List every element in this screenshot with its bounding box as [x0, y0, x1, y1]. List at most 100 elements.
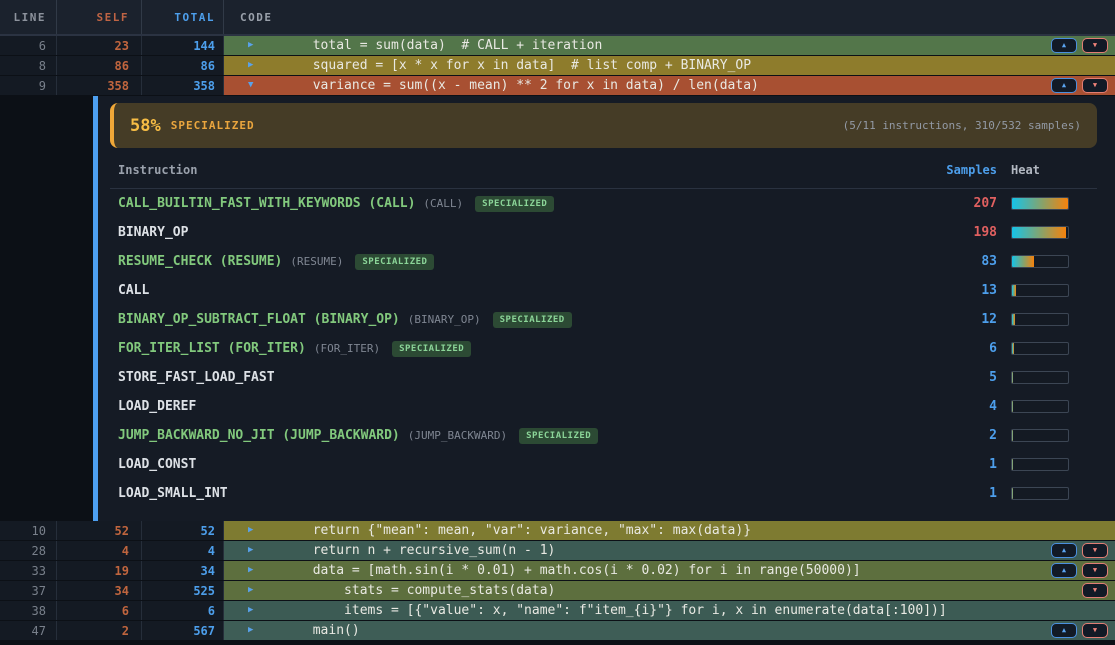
line-number: 47 [0, 621, 57, 640]
heat-bar-fill [1012, 198, 1068, 209]
base-instruction: (RESUME) [290, 255, 343, 268]
instruction-samples: 1 [901, 457, 1011, 472]
instruction-samples: 13 [901, 283, 1011, 298]
code-cell[interactable]: ▶ stats = compute_stats(data) ▼ [224, 581, 1115, 600]
bottom-padding [0, 641, 1115, 645]
line-number: 8 [0, 56, 57, 75]
heat-bar-fill [1012, 488, 1013, 499]
instruction-name-cell: LOAD_SMALL_INT [118, 486, 901, 501]
expand-toggle-icon[interactable]: ▶ [248, 61, 253, 70]
code-line-row: 9 358 358 ▼ variance = sum((x - mean) **… [0, 76, 1115, 96]
specialization-banner: 58% SPECIALIZED (5/11 instructions, 310/… [110, 103, 1097, 148]
instruction-name: CALL [118, 283, 149, 298]
expand-toggle-icon[interactable]: ▶ [248, 606, 253, 615]
instruction-row: CALL_BUILTIN_FAST_WITH_KEYWORDS (CALL) (… [110, 189, 1097, 218]
heat-bar-fill [1012, 401, 1013, 412]
expand-toggle-icon[interactable]: ▶ [248, 546, 253, 555]
column-header-samples[interactable]: Samples [901, 163, 1011, 177]
instruction-samples: 207 [901, 196, 1011, 211]
row-buttons: ▲ ▼ [1051, 78, 1115, 93]
heat-bar-fill [1012, 343, 1014, 354]
expand-toggle-icon[interactable]: ▶ [248, 526, 253, 535]
line-number: 28 [0, 541, 57, 560]
code-line-row: 47 2 567 ▶ main() ▲ ▼ [0, 621, 1115, 641]
column-header-self[interactable]: SELF [57, 0, 142, 34]
instruction-rows: CALL_BUILTIN_FAST_WITH_KEYWORDS (CALL) (… [98, 189, 1115, 508]
code-cell[interactable]: ▶ total = sum(data) # CALL + iteration ▲… [224, 36, 1115, 55]
total-samples: 6 [142, 601, 224, 620]
up-arrow-icon: ▲ [1062, 42, 1066, 49]
total-samples: 525 [142, 581, 224, 600]
expand-toggle-icon[interactable]: ▶ [248, 566, 253, 575]
row-buttons: ▼ [1082, 583, 1115, 598]
instruction-name-cell: BINARY_OP [118, 225, 901, 240]
code-cell[interactable]: ▼ variance = sum((x - mean) ** 2 for x i… [224, 76, 1115, 95]
self-samples: 52 [57, 521, 142, 540]
specialization-summary: (5/11 instructions, 310/532 samples) [843, 119, 1081, 132]
instruction-row: BINARY_OP_SUBTRACT_FLOAT (BINARY_OP) (BI… [110, 305, 1097, 334]
move-down-button[interactable]: ▼ [1082, 78, 1108, 93]
move-down-button[interactable]: ▼ [1082, 623, 1108, 638]
base-instruction: (JUMP_BACKWARD) [408, 429, 507, 442]
code-cell[interactable]: ▶ return n + recursive_sum(n - 1) ▲ ▼ [224, 541, 1115, 560]
specialized-badge: SPECIALIZED [519, 428, 598, 444]
move-up-button[interactable]: ▲ [1051, 38, 1077, 53]
source-code: data = [math.sin(i * 0.01) + math.cos(i … [281, 563, 860, 578]
move-down-button[interactable]: ▼ [1082, 543, 1108, 558]
move-up-button[interactable]: ▲ [1051, 623, 1077, 638]
line-number: 6 [0, 36, 57, 55]
expand-toggle-icon[interactable]: ▼ [248, 81, 253, 90]
down-arrow-icon: ▼ [1093, 627, 1097, 634]
heat-bar [1011, 342, 1069, 355]
expand-toggle-icon[interactable]: ▶ [248, 586, 253, 595]
move-up-button[interactable]: ▲ [1051, 78, 1077, 93]
source-code: variance = sum((x - mean) ** 2 for x in … [281, 78, 758, 93]
code-line-row: 10 52 52 ▶ return {"mean": mean, "var": … [0, 521, 1115, 541]
instruction-name: LOAD_SMALL_INT [118, 486, 228, 501]
heat-bar [1011, 371, 1069, 384]
heat-bar [1011, 458, 1069, 471]
code-cell[interactable]: ▶ data = [math.sin(i * 0.01) + math.cos(… [224, 561, 1115, 580]
instruction-row: BINARY_OP 198 [110, 218, 1097, 247]
code-cell[interactable]: ▶ items = [{"value": x, "name": f"item_{… [224, 601, 1115, 620]
column-header-code[interactable]: CODE [224, 0, 1115, 34]
code-rows-bottom: 10 52 52 ▶ return {"mean": mean, "var": … [0, 521, 1115, 641]
heat-bar [1011, 284, 1069, 297]
down-arrow-icon: ▼ [1093, 82, 1097, 89]
expand-toggle-icon[interactable]: ▶ [248, 41, 253, 50]
instruction-name: STORE_FAST_LOAD_FAST [118, 370, 275, 385]
instruction-row: LOAD_CONST 1 [110, 450, 1097, 479]
code-cell[interactable]: ▶ return {"mean": mean, "var": variance,… [224, 521, 1115, 540]
column-header-heat[interactable]: Heat [1011, 163, 1097, 177]
self-samples: 23 [57, 36, 142, 55]
heat-bar-fill [1012, 372, 1013, 383]
detail-left-gutter [0, 96, 93, 521]
instruction-name-cell: BINARY_OP_SUBTRACT_FLOAT (BINARY_OP) (BI… [118, 312, 901, 328]
move-down-button[interactable]: ▼ [1082, 563, 1108, 578]
move-down-button[interactable]: ▼ [1082, 38, 1108, 53]
down-arrow-icon: ▼ [1093, 567, 1097, 574]
specialized-percent: 58% [130, 116, 161, 136]
line-number: 37 [0, 581, 57, 600]
code-line-row: 28 4 4 ▶ return n + recursive_sum(n - 1)… [0, 541, 1115, 561]
instruction-samples: 1 [901, 486, 1011, 501]
column-header-line[interactable]: LINE [0, 0, 57, 34]
heat-bar [1011, 429, 1069, 442]
code-cell[interactable]: ▶ squared = [x * x for x in data] # list… [224, 56, 1115, 75]
heat-bar-fill [1012, 256, 1034, 267]
instruction-name-cell: LOAD_DEREF [118, 399, 901, 414]
move-down-button[interactable]: ▼ [1082, 583, 1108, 598]
instruction-samples: 6 [901, 341, 1011, 356]
move-up-button[interactable]: ▲ [1051, 543, 1077, 558]
down-arrow-icon: ▼ [1093, 587, 1097, 594]
instruction-row: JUMP_BACKWARD_NO_JIT (JUMP_BACKWARD) (JU… [110, 421, 1097, 450]
source-code: main() [281, 623, 359, 638]
move-up-button[interactable]: ▲ [1051, 563, 1077, 578]
self-samples: 86 [57, 56, 142, 75]
column-header-instruction[interactable]: Instruction [118, 163, 901, 177]
instruction-name: RESUME_CHECK (RESUME) [118, 254, 282, 269]
expand-toggle-icon[interactable]: ▶ [248, 626, 253, 635]
instruction-name: CALL_BUILTIN_FAST_WITH_KEYWORDS (CALL) [118, 196, 415, 211]
column-header-total[interactable]: TOTAL [142, 0, 224, 34]
code-cell[interactable]: ▶ main() ▲ ▼ [224, 621, 1115, 640]
